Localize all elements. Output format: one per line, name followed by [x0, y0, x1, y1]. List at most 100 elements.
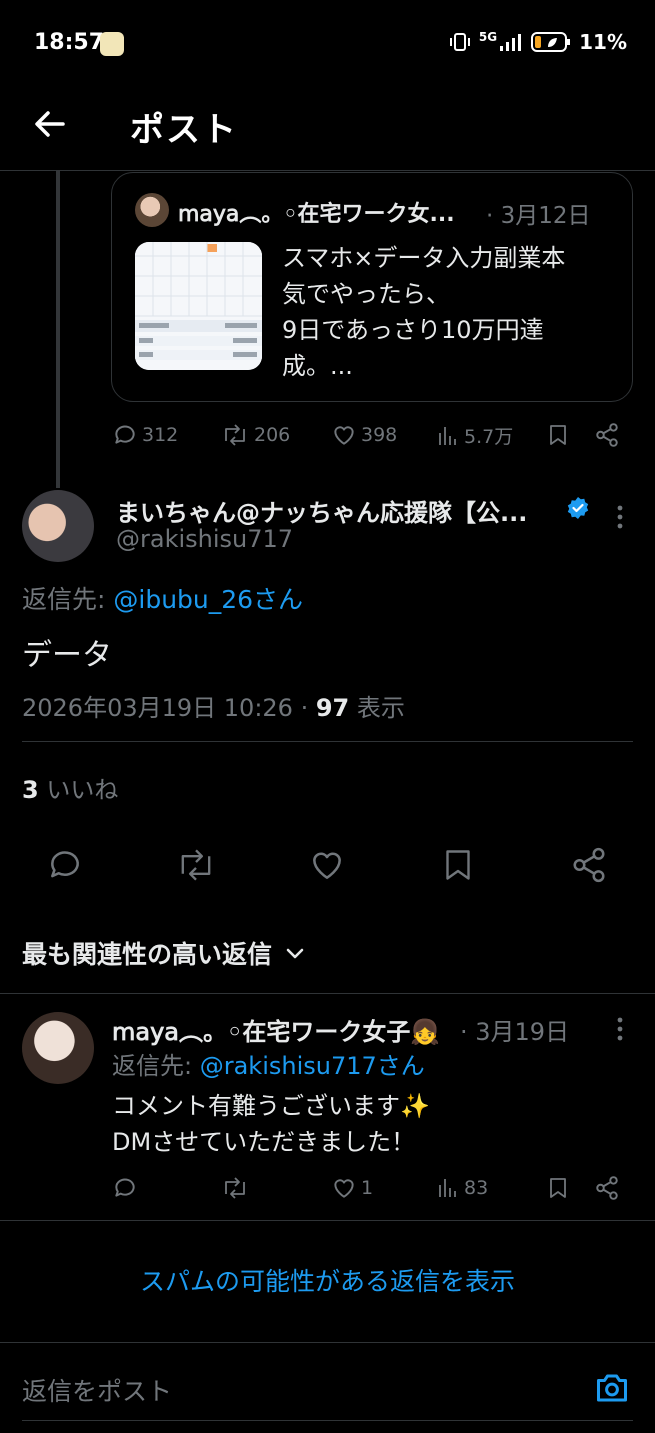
reply-author-name[interactable]: 𝗆𝖺𝗒𝖺︵。◦在宅ワーク女子👧: [112, 1012, 440, 1047]
like-count: 398: [361, 424, 398, 446]
compose-underline: [22, 1420, 633, 1421]
quoted-post-author[interactable]: 𝗆𝖺𝗒𝖺︵。◦在宅ワーク女...: [178, 196, 455, 228]
post-views-count: 97: [315, 694, 350, 722]
bookmark-button[interactable]: [440, 846, 476, 884]
bookmark-button[interactable]: [546, 1175, 570, 1201]
views-chart-icon: [439, 1179, 456, 1197]
reply-to-mention[interactable]: @ibubu_26さん: [113, 585, 303, 614]
comment-icon: [115, 1178, 135, 1197]
post-likes-label: いいね: [38, 776, 119, 804]
back-button[interactable]: [30, 104, 70, 144]
quoted-post-date: · 3月12日: [486, 203, 591, 229]
post-text: データ: [22, 638, 112, 673]
divider: [0, 1342, 655, 1343]
divider: [0, 993, 655, 994]
like-action[interactable]: 398: [331, 422, 397, 448]
share-button[interactable]: [594, 422, 620, 448]
bookmark-button[interactable]: [546, 422, 570, 448]
share-button[interactable]: [570, 846, 608, 884]
camera-button[interactable]: [594, 1370, 630, 1406]
heart-icon: [334, 426, 354, 445]
post-more-button[interactable]: [610, 504, 630, 530]
views-action[interactable]: 83: [436, 1175, 488, 1201]
quoted-text-line: 9日であっさり10万円達: [282, 316, 544, 344]
divider: [0, 1220, 655, 1221]
like-action[interactable]: 1: [331, 1175, 373, 1201]
share-icon: [596, 423, 618, 447]
divider: [22, 741, 633, 742]
reply-text: コメント有難うございます✨ DMさせていただきました！: [112, 1088, 430, 1160]
reply-text-line: コメント有難うございます✨: [112, 1092, 430, 1120]
reply-button[interactable]: [46, 846, 84, 884]
like-count: 1: [361, 1177, 374, 1199]
signal-icon: [500, 34, 522, 51]
post-reply-to: 返信先: @ibubu_26さん: [22, 580, 303, 616]
comment-icon: [115, 425, 135, 444]
repost-button[interactable]: [174, 846, 218, 884]
share-icon: [596, 1176, 618, 1200]
camera-icon: [597, 1374, 627, 1402]
battery-icon: [531, 32, 571, 52]
post-author-avatar[interactable]: [22, 490, 94, 562]
bookmark-icon: [446, 850, 470, 880]
page-title: ポスト: [130, 110, 238, 150]
reply-to-mention[interactable]: @rakishisu717さん: [200, 1052, 425, 1080]
post-timestamp: 2026年03月19日 10:26 ·: [22, 694, 316, 722]
status-time: 18:57: [34, 30, 105, 55]
views-action[interactable]: 5.7万: [436, 422, 513, 449]
reply-text-line: DMさせていただきました！: [112, 1128, 416, 1156]
arrow-left-icon: [35, 111, 65, 137]
repost-icon: [225, 424, 245, 446]
repost-action[interactable]: [220, 1175, 254, 1201]
more-vertical-icon: [617, 505, 623, 529]
reply-date: · 3月19日: [460, 1018, 570, 1046]
like-button[interactable]: [308, 846, 346, 884]
reply-author-avatar[interactable]: [22, 1012, 94, 1084]
reply-more-button[interactable]: [610, 1016, 630, 1042]
verified-badge-icon: [566, 496, 590, 520]
reply-to-prefix: 返信先:: [22, 585, 114, 614]
share-icon: [573, 847, 605, 883]
views-count: 5.7万: [464, 426, 514, 448]
post-meta: 2026年03月19日 10:26 · 97 表示: [22, 688, 405, 723]
heart-icon: [334, 1179, 354, 1198]
post-likes-count: 3: [22, 776, 39, 804]
reply-sort-label: 最も関連性の高い返信: [22, 940, 273, 969]
repost-icon: [181, 849, 211, 881]
reply-to-prefix: 返信先:: [112, 1052, 200, 1080]
reply-count: 312: [142, 424, 179, 446]
quoted-text-line: 気でやったら、: [282, 280, 450, 308]
show-spam-replies-link[interactable]: スパムの可能性がある返信を表示: [0, 1262, 655, 1298]
thread-line: [56, 170, 60, 488]
bookmark-icon: [550, 425, 566, 445]
repost-action[interactable]: 206: [220, 422, 290, 448]
quoted-post-image[interactable]: [135, 242, 262, 370]
reply-sort-dropdown[interactable]: 最も関連性の高い返信: [22, 935, 306, 971]
header-divider: [0, 170, 655, 171]
share-button[interactable]: [594, 1175, 620, 1201]
reply-compose-input[interactable]: 返信をポスト: [22, 1372, 172, 1408]
post-author-handle[interactable]: @rakishisu717: [116, 525, 293, 553]
network-label: 5G: [478, 30, 498, 44]
repost-icon: [225, 1177, 245, 1199]
vibrate-icon: [449, 33, 470, 51]
quoted-post-avatar[interactable]: [135, 193, 169, 227]
heart-icon: [313, 852, 341, 879]
repost-count: 206: [254, 424, 291, 446]
reply-action[interactable]: [112, 1175, 142, 1201]
post-likes-summary[interactable]: 3 いいね: [22, 770, 118, 805]
reply-action[interactable]: 312: [112, 422, 178, 448]
post-author-name[interactable]: まいちゃん@ナッちゃん応援隊【公...: [116, 493, 527, 528]
status-indicators: 5G 11%: [449, 30, 627, 54]
quoted-post-text[interactable]: スマホ×データ入力副業本 気でやったら、 9日であっさり10万円達 成。...: [282, 240, 612, 384]
bookmark-icon: [550, 1178, 566, 1198]
notification-app-icon: [100, 32, 124, 56]
more-vertical-icon: [617, 1017, 623, 1041]
quoted-text-line: 成。...: [282, 352, 353, 380]
quoted-text-line: スマホ×データ入力副業本: [282, 244, 566, 272]
comment-icon: [51, 851, 79, 878]
post-views-label: 表示: [349, 694, 405, 722]
views-chart-icon: [439, 426, 456, 445]
battery-percent: 11%: [579, 30, 627, 54]
views-count: 83: [464, 1177, 489, 1199]
